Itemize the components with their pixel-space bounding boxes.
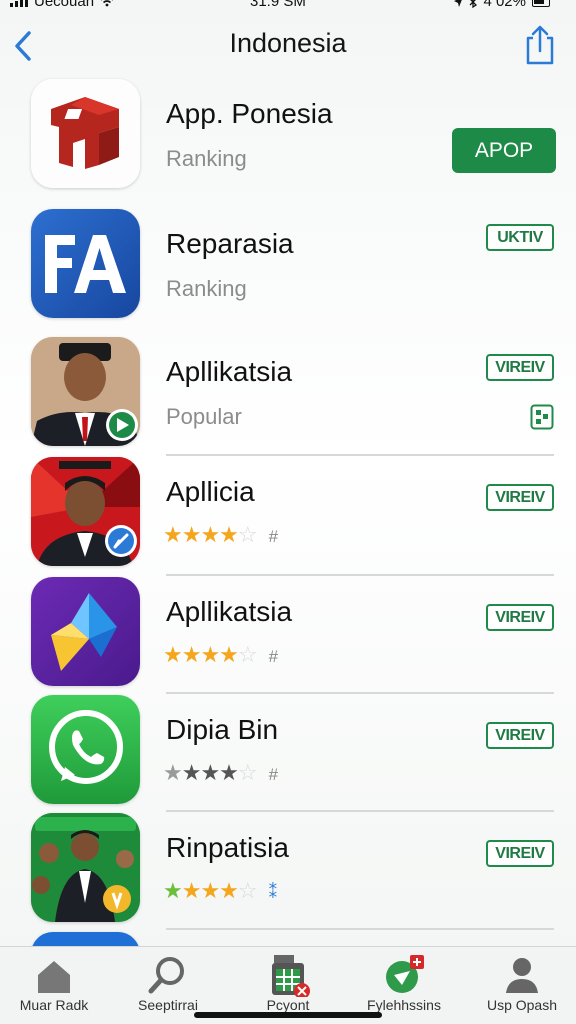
view-button[interactable]: VIREIV xyxy=(486,484,554,511)
rating-stars: ★★★★☆ # xyxy=(163,642,279,667)
rating-stars: ★★★★☆ ⁑ xyxy=(163,878,277,903)
list-item[interactable]: Dipia Bin ★★★★☆ # VIREIV xyxy=(0,692,576,810)
search-icon xyxy=(148,957,184,994)
tab-label: Usp Opash xyxy=(486,997,558,1013)
person-icon xyxy=(506,958,538,993)
view-button[interactable]: VIREIV xyxy=(486,354,554,381)
battery-icon xyxy=(532,0,550,7)
row-divider xyxy=(166,810,554,812)
status-time: 31:9 SM xyxy=(250,0,306,10)
rating-stars: ★★★★☆ # xyxy=(163,760,279,785)
list-item[interactable]: App. Ponesia Ranking APOP xyxy=(0,76,576,194)
app-icon-fa xyxy=(31,209,140,318)
signal-icon xyxy=(10,0,28,7)
view-button[interactable]: UKTIV xyxy=(486,224,554,251)
app-name: Apllicia xyxy=(166,476,255,507)
app-name: Reparasia xyxy=(166,228,294,259)
app-name: Apllikatsia xyxy=(166,596,293,627)
share-button[interactable] xyxy=(522,24,558,66)
rating-count: # xyxy=(268,647,279,666)
app-category: Ranking xyxy=(166,276,247,301)
app-name: App. Ponesia xyxy=(166,98,333,129)
home-icon xyxy=(38,961,70,993)
view-button[interactable]: VIREIV xyxy=(486,722,554,749)
status-bar: Uecouan 31:9 SM 4 02% xyxy=(0,0,576,14)
app-icon-phone-chat xyxy=(31,695,140,804)
row-divider xyxy=(166,454,554,456)
row-divider xyxy=(166,692,554,694)
tab-home[interactable]: Muar Radk xyxy=(14,947,94,1024)
app-name: Apllikatsia xyxy=(166,356,293,387)
navigation-bar: Indonesia xyxy=(0,18,576,74)
grid-icon xyxy=(272,955,310,997)
app-icon-group-photo xyxy=(31,813,140,922)
tab-profile[interactable]: Usp Opash xyxy=(480,947,564,1024)
carrier-info: Uecouan xyxy=(10,0,114,10)
battery-percent: 4 02% xyxy=(483,0,526,10)
list-item[interactable]: Apllicia ★★★★☆ # VIREIV xyxy=(0,454,576,572)
list-item[interactable]: Rinpatisia ★★★★☆ ⁑ VIREIV xyxy=(0,810,576,928)
bluetooth-icon xyxy=(469,0,478,8)
app-name: Dipia Bin xyxy=(166,714,279,745)
tab-label: Seeptirrai xyxy=(138,997,198,1013)
status-right: 4 02% xyxy=(454,0,550,10)
gallery-icon[interactable] xyxy=(530,404,554,430)
get-button[interactable]: APOP xyxy=(452,128,556,173)
page-title: Indonesia xyxy=(229,28,347,58)
location-icon xyxy=(454,0,463,7)
app-icon-portrait xyxy=(31,337,140,446)
app-category: Popular xyxy=(166,404,242,429)
app-icon-red-cube xyxy=(31,79,140,188)
tab-label: Fylehhssins xyxy=(367,997,441,1013)
home-indicator[interactable] xyxy=(194,1012,382,1018)
rating-count: ⁑ xyxy=(268,883,277,902)
row-divider xyxy=(166,928,554,930)
rating-count: # xyxy=(268,527,279,546)
share-icon xyxy=(526,25,554,65)
app-category: Ranking xyxy=(166,146,247,171)
tab-label: Muar Radk xyxy=(19,997,89,1013)
list-item[interactable]: Apllikatsia Popular VIREIV xyxy=(0,334,576,452)
row-divider xyxy=(166,574,554,576)
app-icon-kite xyxy=(31,577,140,686)
wifi-icon xyxy=(101,0,114,7)
tab-label: Pcyont xyxy=(266,997,310,1013)
carrier-label: Uecouan xyxy=(34,0,95,10)
map-pin-icon xyxy=(386,955,424,993)
rating-stars: ★★★★☆ # xyxy=(163,522,279,547)
rating-count: # xyxy=(268,765,279,784)
tab-bar: Muar Radk Seeptirrai Pcyont Fylehhssins … xyxy=(0,946,576,1024)
list-item[interactable]: Apllikatsia ★★★★☆ # VIREIV xyxy=(0,574,576,692)
view-button[interactable]: VIREIV xyxy=(486,840,554,867)
app-name: Rinpatisia xyxy=(166,832,289,863)
list-item[interactable]: Reparasia Ranking UKTIV xyxy=(0,206,576,324)
app-icon-portrait-red xyxy=(31,457,140,566)
view-button[interactable]: VIREIV xyxy=(486,604,554,631)
